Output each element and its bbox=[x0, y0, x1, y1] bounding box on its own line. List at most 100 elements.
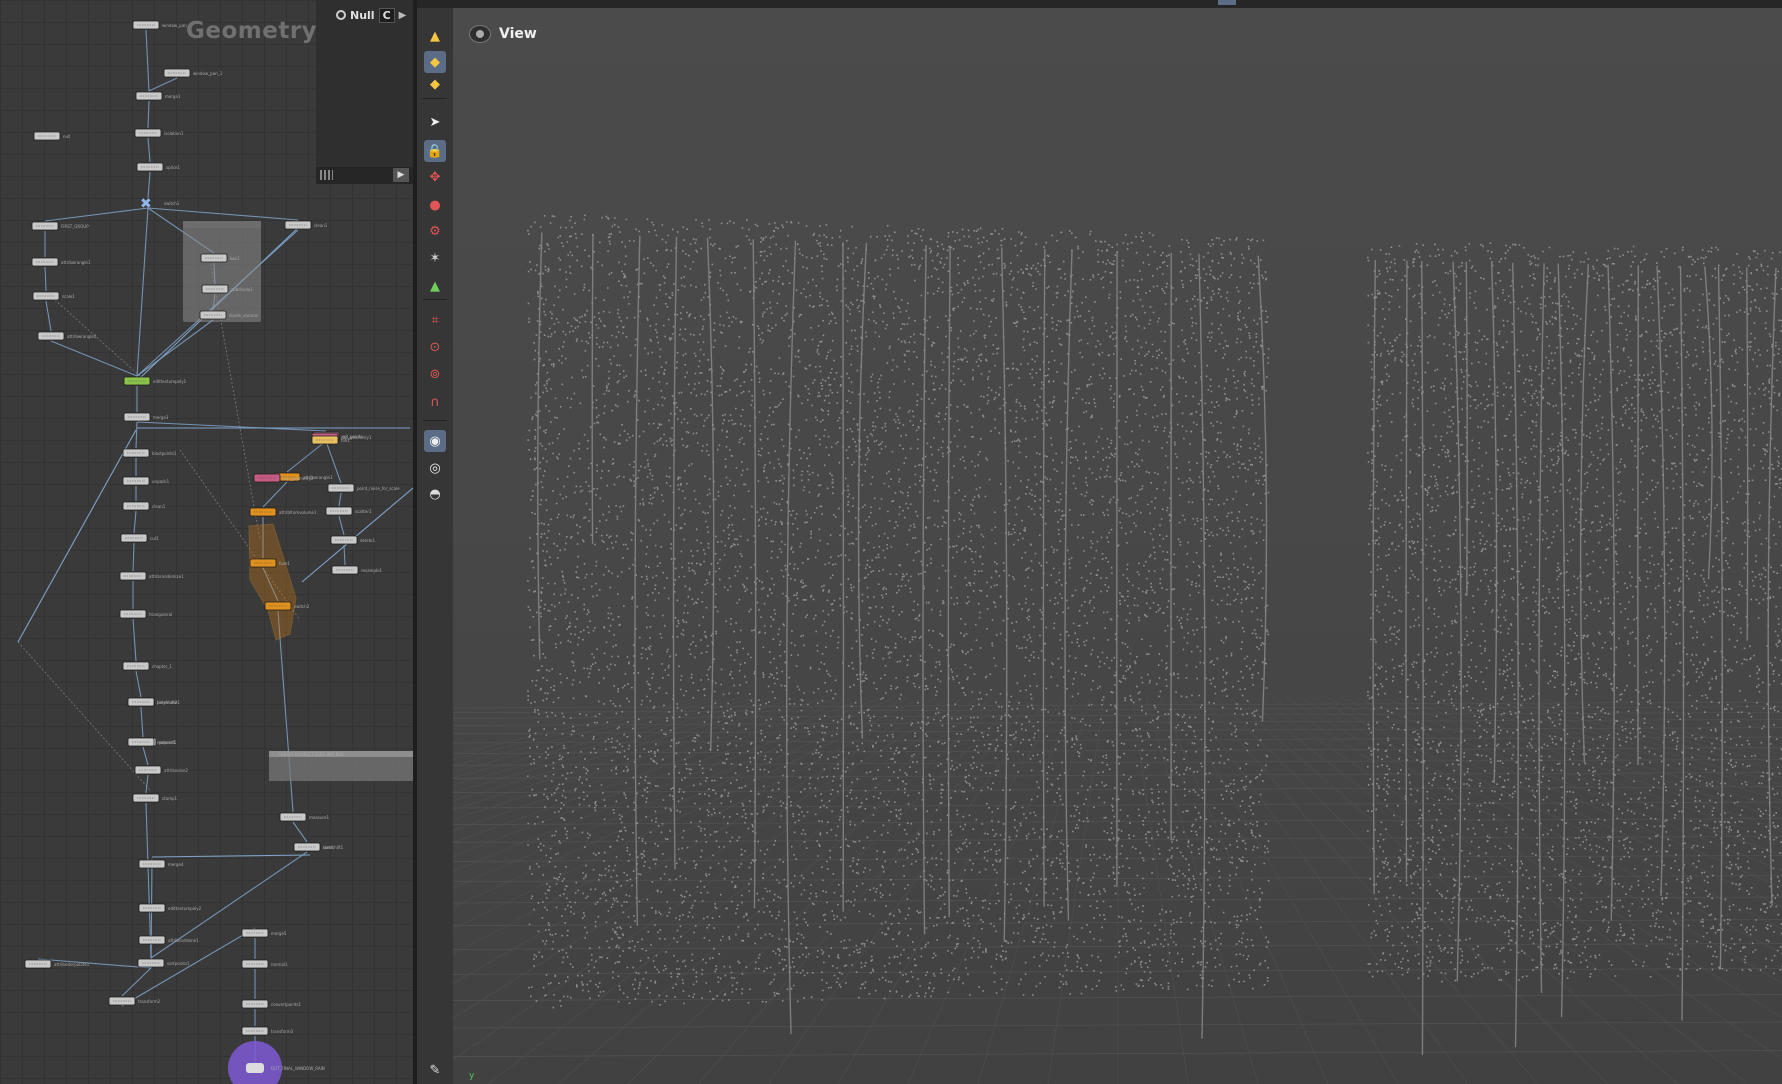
render-region-icon[interactable]: ◎ bbox=[424, 457, 446, 479]
graph-node[interactable]: resample1 bbox=[331, 565, 383, 575]
graph-node[interactable]: window_pan_1 bbox=[163, 68, 223, 78]
grid-toggle-icon[interactable] bbox=[320, 170, 333, 180]
graph-node[interactable]: transform2 bbox=[108, 996, 161, 1006]
graph-node[interactable]: null bbox=[33, 131, 70, 141]
graph-node[interactable]: merge3 bbox=[123, 412, 169, 422]
droplet-streak bbox=[1679, 266, 1685, 1021]
graph-node[interactable]: edittexturepoly1 bbox=[123, 376, 187, 386]
graph-node[interactable]: timeshift1 bbox=[293, 842, 344, 852]
rain-wall-left bbox=[527, 214, 1270, 1039]
graph-node[interactable]: switch2 bbox=[264, 601, 310, 611]
diamond-tool-icon[interactable]: ◆ bbox=[424, 51, 446, 73]
node-label: trianguleral bbox=[149, 612, 172, 617]
node-wire bbox=[292, 821, 308, 843]
snap-primitive-icon[interactable]: ⊙ bbox=[424, 336, 446, 358]
graph-node[interactable]: scale1 bbox=[32, 291, 75, 301]
graph-node[interactable]: attribinterpolate1 bbox=[24, 959, 90, 969]
graph-node[interactable]: attribcombine1 bbox=[138, 935, 199, 945]
graph-node[interactable]: box1 bbox=[200, 253, 240, 263]
node-label: clean1 bbox=[314, 223, 328, 228]
node-label: clean1 bbox=[152, 504, 166, 509]
node-name-field[interactable]: C bbox=[378, 7, 395, 23]
sphere-tool-icon[interactable]: ▲ bbox=[424, 25, 446, 47]
graph-node[interactable]: trianguleral bbox=[119, 609, 172, 619]
node-wire bbox=[145, 774, 149, 794]
graph-node[interactable]: FIRST_GROUP bbox=[31, 221, 89, 231]
graph-node[interactable]: clean1 bbox=[284, 220, 328, 230]
node-wire bbox=[140, 706, 144, 738]
node-wire bbox=[145, 802, 152, 959]
node-label: attribcombine1 bbox=[168, 938, 199, 943]
viewport-canvas[interactable] bbox=[453, 8, 1782, 1084]
graph-node[interactable]: edittexturepoly2 bbox=[138, 903, 202, 913]
graph-node[interactable]: file1 bbox=[311, 435, 350, 445]
light-tool-icon[interactable]: ▲ bbox=[424, 275, 446, 297]
graph-node[interactable]: merge4 bbox=[138, 859, 184, 869]
node-type-field[interactable]: Null C ▶ bbox=[336, 6, 406, 24]
graph-node[interactable]: unpack1 bbox=[122, 476, 170, 486]
graph-node[interactable]: divide_voronoi bbox=[199, 310, 258, 320]
droplet-streak bbox=[591, 234, 594, 545]
graph-node[interactable]: clean1 bbox=[122, 501, 166, 511]
graph-node[interactable]: transform3 bbox=[241, 1026, 294, 1036]
flipbook-icon[interactable]: ◓ bbox=[424, 483, 446, 505]
play-arrow-icon[interactable]: ▶ bbox=[393, 168, 409, 182]
lock-camera-icon[interactable]: 🔒 bbox=[424, 140, 446, 162]
snap-point-icon[interactable]: ⊚ bbox=[424, 363, 446, 385]
node-wire bbox=[44, 207, 149, 222]
graph-node[interactable]: subdivide1 bbox=[201, 284, 253, 294]
snap-grid-icon[interactable]: ⌗ bbox=[424, 309, 446, 331]
node-wire bbox=[132, 542, 135, 572]
graph-node[interactable]: attribfromvolume1 bbox=[249, 507, 317, 517]
handle-tool-icon[interactable]: ✥ bbox=[424, 166, 446, 188]
graph-node[interactable]: attribwrangle1 bbox=[31, 257, 91, 267]
graph-node[interactable]: convertpoints1 bbox=[241, 999, 302, 1009]
scene-viewport[interactable]: View y bbox=[453, 8, 1782, 1084]
graph-node[interactable]: attribwrangle2 bbox=[37, 331, 97, 341]
graph-node[interactable]: timeshift2 bbox=[127, 697, 178, 707]
camera-menu-icon[interactable] bbox=[469, 25, 491, 43]
graph-node[interactable]: sortpoints1 bbox=[137, 958, 190, 968]
select-arrow-icon[interactable]: ➤ bbox=[424, 111, 446, 133]
node-label: normal1 bbox=[271, 962, 288, 967]
graph-node[interactable]: OUT_FINAL_WINDOW_RAIN bbox=[228, 1041, 325, 1084]
graph-node[interactable]: window_pan_1 bbox=[132, 20, 192, 30]
paint-tool-icon[interactable]: ● bbox=[424, 194, 446, 216]
graph-node[interactable]: material1 bbox=[127, 737, 177, 747]
node-label: resample1 bbox=[361, 568, 383, 573]
skeleton-tool-icon[interactable]: ✶ bbox=[424, 247, 446, 269]
active-pane-tab[interactable] bbox=[1218, 0, 1236, 5]
graph-node[interactable]: cut1 bbox=[120, 533, 159, 543]
graph-node[interactable]: merge1 bbox=[135, 91, 181, 101]
network-editor[interactable]: CREATE DROPLET SEED PER BOX window_pan_1 w… bbox=[0, 0, 413, 1084]
droplet-streak bbox=[1064, 249, 1073, 921]
graph-node[interactable]: attribrandomize1 bbox=[119, 571, 184, 581]
pin-tool-icon[interactable]: ✎ bbox=[424, 1059, 446, 1081]
graph-node[interactable]: fuse1 bbox=[249, 558, 290, 568]
graph-node[interactable]: isolation1 bbox=[134, 128, 184, 138]
svg-text:✖: ✖ bbox=[140, 196, 152, 212]
graph-node[interactable]: scatter1 bbox=[325, 506, 372, 516]
node-label: transform3 bbox=[271, 1029, 294, 1034]
droplet-streak bbox=[1607, 264, 1615, 921]
camera-view-icon[interactable]: ◉ bbox=[424, 430, 446, 452]
graph-node[interactable]: normal1 bbox=[241, 959, 288, 969]
graph-node[interactable]: splice1 bbox=[136, 162, 181, 172]
node-label: chapter_1 bbox=[152, 664, 172, 669]
pose-tool-icon[interactable]: ⚙ bbox=[424, 220, 446, 242]
graph-node[interactable]: chapter_1 bbox=[122, 661, 172, 671]
graph-node[interactable]: blastpoints1 bbox=[122, 448, 177, 458]
graph-node[interactable]: rop_geometry2 bbox=[253, 473, 314, 483]
network-box[interactable] bbox=[183, 221, 261, 322]
expand-arrow-icon[interactable]: ▶ bbox=[399, 10, 407, 21]
graph-node[interactable]: delete1 bbox=[330, 535, 376, 545]
graph-node[interactable]: measure1 bbox=[279, 812, 329, 822]
graph-node[interactable]: point_noise_for_scale bbox=[327, 483, 400, 493]
graph-node[interactable]: stamp1 bbox=[132, 793, 178, 803]
node-wire bbox=[44, 266, 47, 292]
cube-tool-icon[interactable]: ◆ bbox=[424, 73, 446, 95]
node-label: scale1 bbox=[62, 294, 75, 299]
graph-node[interactable]: merge5 bbox=[241, 928, 287, 938]
magnet-icon[interactable]: ∩ bbox=[424, 391, 446, 413]
graph-node[interactable]: attribnoise2 bbox=[134, 765, 189, 775]
